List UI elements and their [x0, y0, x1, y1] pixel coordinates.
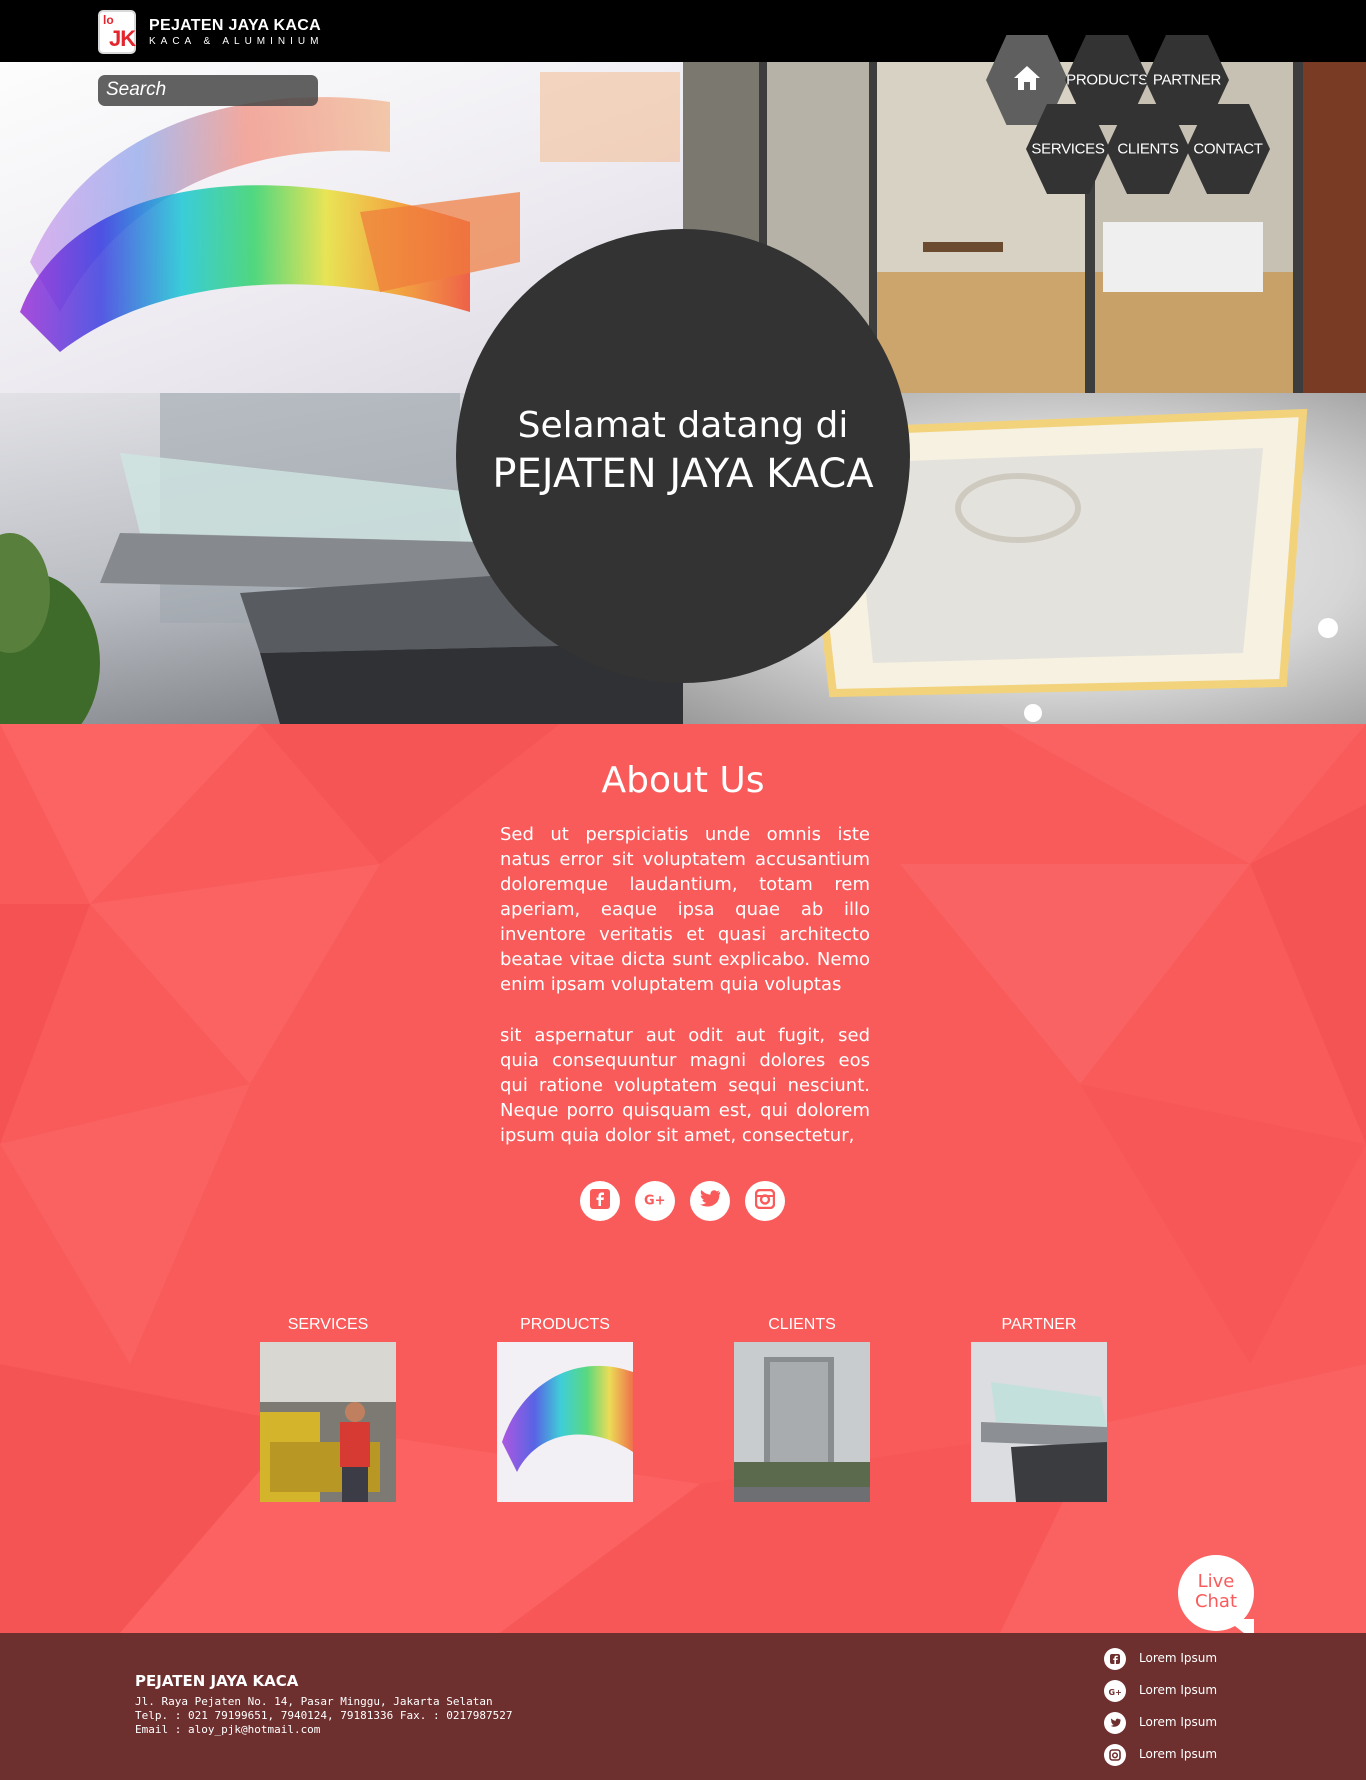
- footer-social-label: Lorem Ipsum: [1139, 1747, 1218, 1761]
- logo[interactable]: lo JK: [98, 10, 136, 54]
- category-thumbnail[interactable]: [260, 1342, 396, 1502]
- category-partner[interactable]: PARTNER: [971, 1316, 1107, 1502]
- footer-company-name: PEJATEN JAYA KACA: [135, 1672, 299, 1690]
- twitter-button[interactable]: [690, 1181, 730, 1221]
- live-chat-button[interactable]: Live Chat: [1178, 1555, 1254, 1631]
- google-plus-icon: G+: [1104, 1680, 1126, 1702]
- footer-social-label: Lorem Ipsum: [1139, 1715, 1218, 1729]
- google-plus-icon: G+: [644, 1192, 666, 1211]
- category-label: CLIENTS: [768, 1316, 836, 1333]
- category-label: PRODUCTS: [520, 1316, 610, 1333]
- brand-tagline: KACA & ALUMINIUM: [149, 36, 324, 47]
- category-clients[interactable]: CLIENTS: [734, 1316, 870, 1502]
- nav-item-label: PARTNER: [1152, 71, 1222, 89]
- facebook-icon: [1104, 1648, 1126, 1670]
- twitter-icon: [1104, 1712, 1126, 1734]
- welcome-line-1: Selamat datang di: [517, 405, 849, 446]
- about-title: About Us: [601, 760, 765, 801]
- logo-text-top: lo: [103, 13, 114, 27]
- nav-item-label: SERVICES: [1031, 140, 1105, 158]
- instagram-button[interactable]: [745, 1181, 785, 1221]
- category-thumbnail[interactable]: [734, 1342, 870, 1502]
- google-plus-button[interactable]: G+: [635, 1181, 675, 1221]
- footer-phone: Telp. : 021 79199651, 7940124, 79181336 …: [135, 1709, 513, 1722]
- instagram-icon: [754, 1188, 776, 1213]
- instagram-icon: [1104, 1744, 1126, 1766]
- category-thumbnail[interactable]: [971, 1342, 1107, 1502]
- facebook-button[interactable]: [580, 1181, 620, 1221]
- search-input[interactable]: Search: [98, 75, 318, 106]
- search-label: Search: [106, 79, 167, 100]
- category-label: SERVICES: [287, 1316, 369, 1333]
- facebook-icon: [590, 1189, 610, 1213]
- footer: PEJATEN JAYA KACA Jl. Raya Pejaten No. 1…: [0, 1633, 1366, 1780]
- twitter-icon: [699, 1190, 721, 1212]
- category-products[interactable]: PRODUCTS: [497, 1316, 633, 1502]
- welcome-circle: Selamat datang di PEJATEN JAYA KACA: [456, 229, 910, 683]
- footer-social-label: Lorem Ipsum: [1139, 1683, 1218, 1697]
- nav-item-label: CONTACT: [1193, 140, 1263, 158]
- home-icon: [1013, 65, 1041, 95]
- brand-name[interactable]: PEJATEN JAYA KACA: [149, 17, 321, 35]
- live-chat-line-1: Live: [1197, 1571, 1235, 1592]
- about-paragraph-2: sit aspernatur aut odit aut fugit, sed q…: [500, 1025, 870, 1146]
- footer-address: Jl. Raya Pejaten No. 14, Pasar Minggu, J…: [135, 1695, 493, 1708]
- about-section: About Us Sed ut perspiciatis unde omnis …: [0, 724, 1366, 1633]
- footer-email: Email : aloy_pjk@hotmail.com: [135, 1723, 321, 1736]
- svg-text:G+: G+: [644, 1194, 666, 1207]
- category-thumbnail[interactable]: [497, 1342, 633, 1502]
- category-label: PARTNER: [1001, 1316, 1077, 1333]
- footer-social-label: Lorem Ipsum: [1139, 1651, 1218, 1665]
- nav-item-label: PRODUCTS: [1066, 71, 1148, 89]
- about-paragraph-1: Sed ut perspiciatis unde omnis iste natu…: [500, 824, 870, 995]
- category-services[interactable]: SERVICES: [260, 1316, 396, 1502]
- logo-text-main: JK: [109, 26, 136, 51]
- nav-item-label: CLIENTS: [1117, 140, 1179, 158]
- svg-text:G+: G+: [1109, 1688, 1122, 1697]
- live-chat-line-2: Chat: [1194, 1591, 1238, 1612]
- welcome-line-2: PEJATEN JAYA KACA: [492, 451, 874, 497]
